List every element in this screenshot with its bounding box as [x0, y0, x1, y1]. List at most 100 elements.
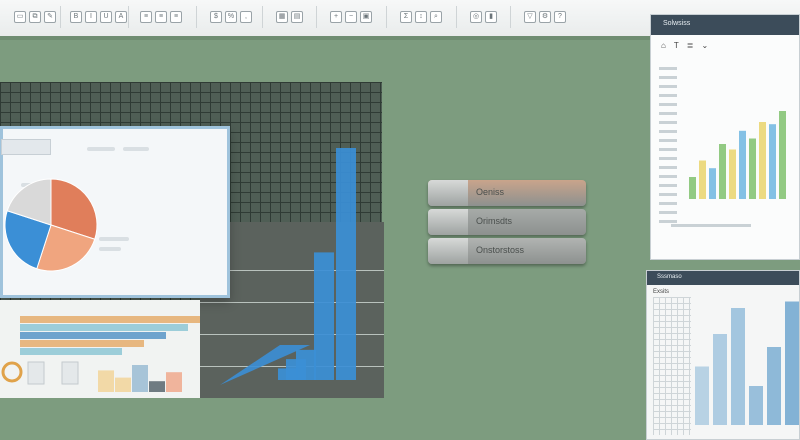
ribbon-group-align: ≡ ≡ ≡	[140, 4, 182, 30]
axis-label	[659, 76, 677, 79]
ribbon-divider	[60, 6, 61, 28]
format-icon[interactable]: ✎	[44, 11, 56, 23]
bold-icon[interactable]: B	[70, 11, 82, 23]
analytics-window[interactable]: Solwsiss ⌂ T ≣ ⌄	[650, 14, 800, 260]
paste-icon[interactable]: ▭	[14, 11, 26, 23]
text-icon[interactable]: T	[674, 41, 679, 50]
copy-icon[interactable]: ⧉	[29, 11, 41, 23]
style-icon[interactable]: ▤	[291, 11, 303, 23]
ribbon-divider	[196, 6, 197, 28]
axis-label	[659, 193, 677, 196]
layer-button-3[interactable]: Onstorstoss	[428, 238, 586, 264]
ribbon-divider	[128, 6, 129, 28]
report-window[interactable]: Sssmaso Exsits	[646, 270, 800, 440]
axis-label	[659, 130, 677, 133]
comma-icon[interactable]: ,	[240, 11, 252, 23]
ribbon-divider	[262, 6, 263, 28]
hbar	[20, 340, 144, 347]
window-title-box	[1, 139, 51, 155]
layer-button-1[interactable]: Oeniss	[428, 180, 586, 206]
axis-label	[671, 224, 751, 227]
filter-icon[interactable]: ▽	[524, 11, 536, 23]
align-left-icon[interactable]: ≡	[140, 11, 152, 23]
text-line	[87, 147, 115, 151]
analytics-toolbar: ⌂ T ≣ ⌄	[651, 35, 799, 56]
blue-bar	[296, 349, 316, 380]
search-icon[interactable]: ⌕	[430, 11, 442, 23]
hbar	[20, 332, 166, 339]
blue-bar	[314, 252, 334, 380]
axis-label	[659, 121, 677, 124]
axis-label	[659, 166, 677, 169]
blue-bar	[336, 148, 356, 380]
report-bar	[731, 308, 745, 425]
axis-label	[659, 103, 677, 106]
report-window-title: Sssmaso	[647, 271, 799, 285]
analytics-bar	[709, 168, 716, 199]
axis-label	[659, 112, 677, 115]
report-bar	[713, 334, 727, 425]
analytics-bar	[759, 122, 766, 199]
pie-chart	[4, 178, 98, 272]
ribbon-divider	[510, 6, 511, 28]
report-bar	[767, 347, 781, 425]
format-cells-icon[interactable]: ▣	[360, 11, 372, 23]
axis-label	[659, 148, 677, 151]
bottom-bar	[149, 381, 165, 392]
pill-cap	[428, 209, 468, 235]
font-color-icon[interactable]: A	[115, 11, 127, 23]
chart-icon[interactable]: ▮	[485, 11, 497, 23]
ribbon-group-extra: ▽ ⚙ ?	[524, 4, 566, 30]
dropdown-icon[interactable]: ⌄	[701, 41, 708, 50]
ribbon-group-view: ◎ ▮	[470, 4, 497, 30]
bottom-bar	[132, 365, 148, 392]
pill-cap	[428, 238, 468, 264]
axis-label	[659, 67, 677, 70]
axis-label	[659, 184, 677, 187]
doc-icon	[27, 361, 45, 385]
align-right-icon[interactable]: ≡	[170, 11, 182, 23]
percent-icon[interactable]: %	[225, 11, 237, 23]
ribbon-divider	[316, 6, 317, 28]
analytics-bar	[739, 130, 746, 199]
bottom-bar-chart	[1, 361, 182, 392]
ribbon-group-font: B I U A	[70, 4, 127, 30]
chart-window[interactable]	[0, 126, 230, 298]
report-bar	[749, 386, 763, 425]
analytics-bar	[749, 138, 756, 199]
layer-button-2[interactable]: Orimsdts	[428, 209, 586, 235]
report-cell-grid	[653, 297, 691, 435]
pill-cap	[428, 180, 468, 206]
bottom-bar	[115, 377, 131, 392]
delete-icon[interactable]: −	[345, 11, 357, 23]
list-icon[interactable]: ≣	[687, 41, 694, 50]
italic-icon[interactable]: I	[85, 11, 97, 23]
sort-icon[interactable]: ↕	[415, 11, 427, 23]
insert-icon[interactable]: +	[330, 11, 342, 23]
align-center-icon[interactable]: ≡	[155, 11, 167, 23]
sum-icon[interactable]: Σ	[400, 11, 412, 23]
report-bar-chart	[695, 301, 799, 425]
ribbon-group-number: $ % ,	[210, 4, 252, 30]
currency-icon[interactable]: $	[210, 11, 222, 23]
settings-icon[interactable]: ⚙	[539, 11, 551, 23]
analytics-bar	[719, 144, 726, 199]
axis-label	[659, 220, 677, 223]
report-bar	[785, 301, 799, 425]
home-icon[interactable]: ⌂	[661, 41, 666, 50]
analytics-window-title: Solwsiss	[651, 15, 799, 35]
ribbon-group-editing: Σ ↕ ⌕	[400, 4, 442, 30]
help-icon[interactable]: ?	[554, 11, 566, 23]
table-icon[interactable]: ▦	[276, 11, 288, 23]
ribbon-group-clipboard: ▭ ⧉ ✎	[14, 4, 56, 30]
hbar	[20, 316, 200, 323]
axis-label	[659, 157, 677, 160]
analytics-bar	[729, 149, 736, 199]
text-line	[123, 147, 149, 151]
axis-label	[659, 94, 677, 97]
doc-icon	[61, 361, 79, 385]
bottom-bar	[166, 372, 182, 392]
zoom-icon[interactable]: ◎	[470, 11, 482, 23]
underline-icon[interactable]: U	[100, 11, 112, 23]
ribbon-divider	[386, 6, 387, 28]
